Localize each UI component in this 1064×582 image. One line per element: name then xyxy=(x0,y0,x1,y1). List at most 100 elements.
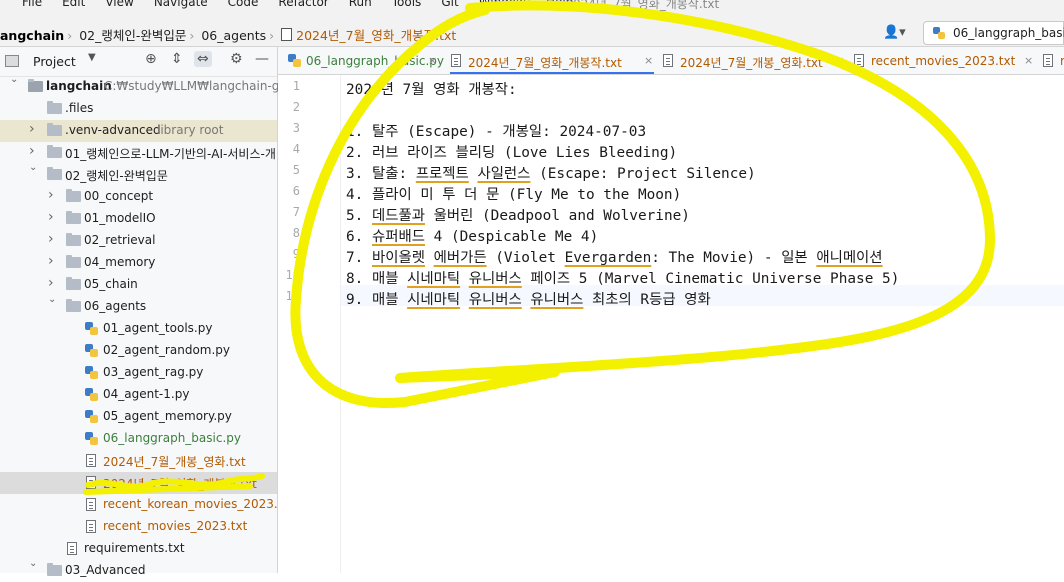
gear-icon[interactable]: ⚙ xyxy=(230,51,243,67)
code-line[interactable]: 2. 러브 라이즈 블리딩 (Love Lies Bleeding) xyxy=(346,141,677,162)
tree-item-label: 03_agent_rag.py xyxy=(103,365,204,379)
tree-item[interactable]: 01_agent_tools.py xyxy=(0,318,277,340)
close-icon[interactable]: × xyxy=(835,54,844,67)
code-line[interactable]: 3. 탈출: 프로젝트 사일런스 (Escape: Project Silenc… xyxy=(346,162,756,183)
chevron-down-icon[interactable]: ⌄ xyxy=(29,558,37,569)
tree-item[interactable]: › 04_memory xyxy=(0,252,277,274)
code-line[interactable]: 9. 매블 시네마틱 유니버스 유니버스 최초의 R등급 영화 xyxy=(346,288,711,309)
editor-tab[interactable]: 2024년_7월_영화_개봉작.txt × xyxy=(450,47,654,74)
code-line[interactable]: 7. 바이올렛 에버가든 (Violet Evergarden: The Mov… xyxy=(346,246,883,267)
tree-item-label: 03_Advanced xyxy=(65,563,146,577)
code-line[interactable]: 2024년 7월 영화 개봉작: xyxy=(346,78,517,99)
menu-item[interactable]: Edit xyxy=(62,0,85,9)
tree-item-label: langchain xyxy=(46,79,112,93)
close-icon[interactable]: × xyxy=(1024,54,1033,67)
breadcrumb-folder[interactable]: 02_랭체인-완벽입문 xyxy=(79,28,186,43)
python-file-icon xyxy=(85,322,98,335)
code-line[interactable]: 5. 데드풀과 울버린 (Deadpool and Wolverine) xyxy=(346,204,690,225)
chevron-down-icon[interactable]: ⌄ xyxy=(48,294,56,305)
python-file-icon xyxy=(85,344,98,357)
breadcrumb-root[interactable]: angchain xyxy=(0,28,64,43)
python-file-icon xyxy=(85,432,98,445)
tree-item[interactable]: .files xyxy=(0,98,277,120)
window-title: langchain - 2024년_7월_영화_개봉작.txt xyxy=(495,0,720,11)
menu-item[interactable]: Navigate xyxy=(154,0,208,9)
run-configuration-select[interactable]: 06_langgraph_basic xyxy=(923,21,1064,45)
code-text: 1. 탈주 (Escape) - 개봉일: 2024-07-03 xyxy=(346,124,647,140)
chevron-down-icon[interactable]: ⌄ xyxy=(10,74,18,85)
spell-flagged-word: 유니버스 xyxy=(468,271,522,287)
tree-item-label: 05_agent_memory.py xyxy=(103,409,232,423)
editor-tab-label: 06_langgraph_basic.py xyxy=(306,54,444,68)
chevron-right-icon[interactable]: › xyxy=(48,209,54,225)
folder-icon xyxy=(47,145,62,158)
menu-item[interactable]: Code xyxy=(228,0,259,9)
chevron-right-icon[interactable]: › xyxy=(48,275,54,291)
python-file-icon xyxy=(85,388,98,401)
close-icon[interactable]: × xyxy=(428,54,437,67)
code-text: 울버린 (Deadpool and Wolverine) xyxy=(424,208,690,224)
menu-item[interactable]: Refactor xyxy=(278,0,328,9)
breadcrumb-file[interactable]: 2024년_7월_영화_개봉작.txt xyxy=(296,28,456,43)
project-view-icon xyxy=(5,55,19,67)
tree-item[interactable]: 2024년_7월_영화_개봉작.txt xyxy=(0,472,277,494)
tree-item[interactable]: recent_korean_movies_2023.txt xyxy=(0,494,294,516)
line-number: 7 xyxy=(292,205,300,219)
chevron-down-icon[interactable]: ▼ xyxy=(88,52,96,63)
tree-item-label: .venv-advanced xyxy=(65,123,161,137)
hide-panel-icon[interactable]: — xyxy=(255,51,269,67)
editor-tab[interactable]: recent_movies_2023.txt × xyxy=(853,47,1034,74)
tree-item[interactable]: recent_movies_2023.txt xyxy=(0,516,277,538)
chevron-right-icon[interactable]: › xyxy=(48,231,54,247)
tree-item-label: .files xyxy=(65,101,94,115)
menu-item[interactable]: Tools xyxy=(392,0,422,9)
tree-item[interactable]: 2024년_7월_개봉_영화.txt xyxy=(0,450,277,472)
tree-item[interactable]: › 01_랭체인으로-LLM-기반의-AI-서비스-개 xyxy=(0,142,277,164)
tree-item[interactable]: 03_agent_rag.py xyxy=(0,362,277,384)
close-icon[interactable]: × xyxy=(644,54,653,67)
tree-item[interactable]: ⌄ 03_Advanced xyxy=(0,558,277,582)
code-line[interactable]: 8. 매블 시네마틱 유니버스 페이즈 5 (Marvel Cinematic … xyxy=(346,267,899,288)
crosshair-icon[interactable]: ⊕ xyxy=(145,51,157,67)
tree-item[interactable]: 04_agent-1.py xyxy=(0,384,277,406)
breadcrumb-folder[interactable]: 06_agents xyxy=(201,28,266,43)
user-icon[interactable]: 👤▾ xyxy=(883,25,906,40)
tree-item[interactable]: ⌄ langchain C:₩study₩LLM₩langchain-git₩l xyxy=(0,74,303,98)
tree-item[interactable]: requirements.txt xyxy=(0,538,277,560)
tree-item[interactable]: ⌄ 06_agents xyxy=(0,294,277,318)
chevron-down-icon[interactable]: ⌄ xyxy=(29,162,37,173)
menu-item[interactable]: Git xyxy=(441,0,458,9)
code-line[interactable]: 4. 플라이 미 투 더 문 (Fly Me to the Moon) xyxy=(346,183,681,204)
tree-item[interactable]: 06_langgraph_basic.py xyxy=(0,428,277,450)
folder-icon xyxy=(66,299,81,312)
tree-item[interactable]: › 05_chain xyxy=(0,274,277,296)
menu-item[interactable]: Run xyxy=(349,0,372,9)
tree-item[interactable]: › .venv-advanced library root xyxy=(0,120,277,142)
code-line[interactable]: 1. 탈주 (Escape) - 개봉일: 2024-07-03 xyxy=(346,120,646,141)
chevron-right-icon[interactable]: › xyxy=(29,143,35,159)
tree-item-label: 06_langgraph_basic.py xyxy=(103,431,241,445)
code-line[interactable]: 6. 슈퍼배드 4 (Despicable Me 4) xyxy=(346,225,598,246)
menu-item[interactable]: File xyxy=(22,0,42,9)
chevron-right-icon[interactable]: › xyxy=(48,253,54,269)
chevron-right-icon[interactable]: › xyxy=(29,121,35,137)
tree-item[interactable]: ⌄ 02_랭체인-완벽입문 xyxy=(0,162,277,186)
project-panel-title[interactable]: Project xyxy=(33,54,76,69)
collapse-all-icon[interactable]: ⇔ xyxy=(194,51,212,67)
editor-tab[interactable]: 06_langgraph_basic.py × xyxy=(288,47,444,74)
menu-item[interactable]: View xyxy=(105,0,133,9)
expand-all-icon[interactable]: ⇕ xyxy=(171,51,183,67)
folder-icon xyxy=(47,123,62,136)
editor-tab[interactable]: rece xyxy=(1042,47,1064,74)
tree-item[interactable]: 05_agent_memory.py xyxy=(0,406,277,428)
chevron-right-icon[interactable]: › xyxy=(48,187,54,203)
editor-tab[interactable]: 2024년_7월_개봉_영화.txt × xyxy=(662,47,845,74)
breadcrumb-separator: › xyxy=(67,28,73,43)
tree-item-label: 01_랭체인으로-LLM-기반의-AI-서비스-개 xyxy=(65,147,276,161)
tree-item[interactable]: › 02_retrieval xyxy=(0,230,277,252)
tree-item[interactable]: › 01_modelIO xyxy=(0,208,277,230)
tree-item[interactable]: 02_agent_random.py xyxy=(0,340,277,362)
tree-item[interactable]: › 00_concept xyxy=(0,186,277,208)
code-text: 4. 플라이 미 투 더 문 (Fly Me to the Moon) xyxy=(346,187,682,203)
